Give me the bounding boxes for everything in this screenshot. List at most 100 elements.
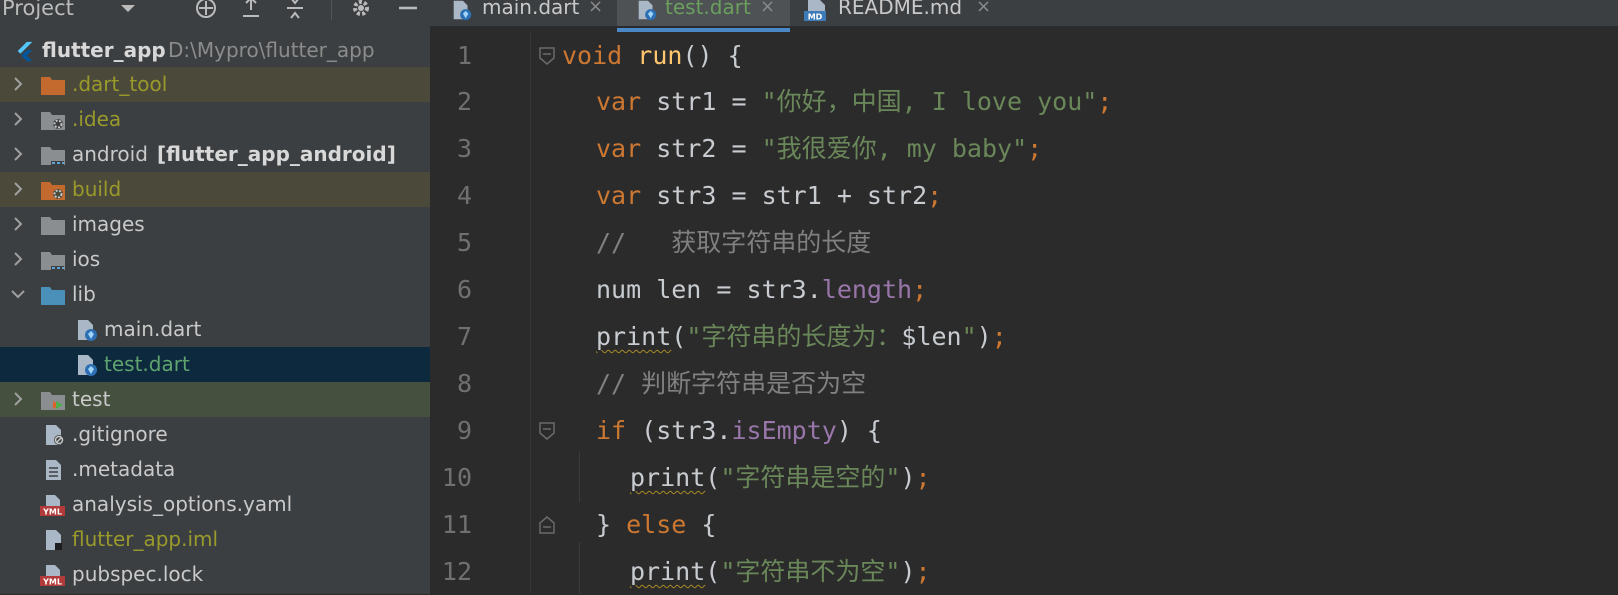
project-root-name: flutter_app xyxy=(42,38,166,62)
tree-item-label: test xyxy=(72,387,111,411)
line-number: 12 xyxy=(441,557,472,586)
project-panel: Project flutter_app D:\Mypro\flutter_app… xyxy=(0,0,430,594)
code-line[interactable]: 3 var str2 = "我很爱你, my baby"; xyxy=(430,125,1618,172)
tree-item-ios[interactable]: ios xyxy=(0,242,430,277)
svg-text:MD: MD xyxy=(808,13,823,22)
minimize-icon[interactable] xyxy=(396,0,420,20)
code-line[interactable]: 1 void run() { xyxy=(430,32,1618,79)
line-number: 4 xyxy=(456,181,472,210)
chevron-down-icon[interactable] xyxy=(116,0,140,20)
collapse-all-icon[interactable] xyxy=(283,0,307,20)
code-text: print("字符串的长度为：$len"); xyxy=(596,322,1007,351)
tree-item-idea[interactable]: .idea xyxy=(0,102,430,137)
text-file-icon xyxy=(46,460,61,480)
line-number: 2 xyxy=(456,87,472,116)
chevron-right-icon[interactable] xyxy=(9,145,27,163)
tree-item-build[interactable]: build xyxy=(0,172,430,207)
tab-readme-md[interactable]: MD README.md × xyxy=(802,0,1002,26)
code-line[interactable]: 5 // 获取字符串的长度 xyxy=(430,219,1618,266)
flutter-icon xyxy=(17,41,33,62)
tree-item-label: .metadata xyxy=(72,457,176,481)
code-text: print("字符串不为空"); xyxy=(630,557,931,586)
module-folder-icon xyxy=(41,147,65,165)
code-text: if (str3.isEmpty) { xyxy=(596,416,882,445)
project-view-selector[interactable]: Project xyxy=(2,0,74,24)
project-root-row[interactable]: flutter_app D:\Mypro\flutter_app xyxy=(0,33,430,68)
dart-file-icon xyxy=(78,355,97,376)
yaml-file-icon: YML xyxy=(40,565,65,587)
close-icon[interactable]: × xyxy=(976,0,991,22)
close-icon[interactable]: × xyxy=(588,0,603,22)
gear-icon[interactable] xyxy=(349,0,373,20)
fold-icon[interactable] xyxy=(538,46,556,66)
tree-item-flutter-app-iml[interactable]: flutter_app.iml xyxy=(0,522,430,557)
markdown-file-icon: MD xyxy=(804,0,826,22)
tree-item-test[interactable]: test xyxy=(0,382,430,417)
code-line[interactable]: 2 var str1 = "你好，中国, I love you"; xyxy=(430,78,1618,125)
tree-item-label: flutter_app.iml xyxy=(72,527,219,551)
project-panel-header: Project xyxy=(0,0,430,24)
project-root-path: D:\Mypro\flutter_app xyxy=(168,38,375,62)
code-text: // 获取字符串的长度 xyxy=(596,228,872,257)
code-line[interactable]: 6 num len = str3.length; xyxy=(430,266,1618,313)
tree-item-label: images xyxy=(72,212,145,236)
tab-main-dart[interactable]: main.dart × xyxy=(448,0,618,26)
chevron-right-icon[interactable] xyxy=(9,180,27,198)
tab-label: test.dart xyxy=(665,0,751,19)
code-line[interactable]: 7 print("字符串的长度为：$len"); xyxy=(430,313,1618,360)
tree-item-lib[interactable]: lib xyxy=(0,277,430,312)
module-folder-icon xyxy=(41,252,65,270)
code-text: var str2 = "我很爱你, my baby"; xyxy=(596,134,1043,163)
tree-item-images[interactable]: images xyxy=(0,207,430,242)
tree-item-pubspec-lock[interactable]: YML pubspec.lock xyxy=(0,557,430,592)
code-text: void run() { xyxy=(562,41,743,70)
chevron-down-icon[interactable] xyxy=(9,285,27,303)
line-number: 1 xyxy=(456,41,472,70)
module-name: [flutter_app_android] xyxy=(157,142,396,166)
code-line[interactable]: 9 if (str3.isEmpty) { xyxy=(430,407,1618,454)
tab-test-dart[interactable]: test.dart × xyxy=(617,0,790,26)
line-number: 3 xyxy=(456,134,472,163)
close-icon[interactable]: × xyxy=(760,0,775,22)
chevron-right-icon[interactable] xyxy=(9,110,27,128)
tree-item-label: android xyxy=(72,142,148,166)
tree-item-label: analysis_options.yaml xyxy=(72,492,293,516)
tree-item-label: .idea xyxy=(72,107,122,131)
tree-item-test-dart[interactable]: test.dart xyxy=(0,347,430,382)
tree-item-metadata[interactable]: .metadata xyxy=(0,452,430,487)
tree-item-label: lib xyxy=(72,282,96,306)
tree-item-android[interactable]: android [flutter_app_android] xyxy=(0,137,430,172)
orange-folder-icon xyxy=(41,77,65,95)
fold-icon[interactable] xyxy=(538,515,556,535)
line-number: 11 xyxy=(441,510,472,539)
svg-text:YML: YML xyxy=(42,578,62,587)
code-line[interactable]: 8 // 判断字符串是否为空 xyxy=(430,360,1618,407)
tree-item-dart-tool[interactable]: .dart_tool xyxy=(0,67,430,102)
code-editor[interactable]: 1 void run() { 2 var str1 = "你好，中国, I lo… xyxy=(430,32,1618,594)
code-text: var str1 = "你好，中国, I love you"; xyxy=(596,87,1113,116)
expand-all-icon[interactable] xyxy=(239,0,263,20)
fold-icon[interactable] xyxy=(538,421,556,441)
tree-item-label: pubspec.lock xyxy=(72,562,204,586)
chevron-right-icon[interactable] xyxy=(9,390,27,408)
yaml-file-icon: YML xyxy=(40,495,65,517)
svg-text:YML: YML xyxy=(42,508,62,517)
excluded-folder-icon xyxy=(41,182,65,200)
chevron-right-icon[interactable] xyxy=(9,215,27,233)
tree-item-analysis-options[interactable]: YML analysis_options.yaml xyxy=(0,487,430,522)
code-line[interactable]: 11 } else { xyxy=(430,501,1618,548)
code-line[interactable]: 4 var str3 = str1 + str2; xyxy=(430,172,1618,219)
chevron-right-icon[interactable] xyxy=(9,75,27,93)
tree-item-gitignore[interactable]: .gitignore xyxy=(0,417,430,452)
locate-icon[interactable] xyxy=(194,0,218,20)
tree-item-label: .dart_tool xyxy=(72,72,168,96)
chevron-right-icon[interactable] xyxy=(9,250,27,268)
code-line[interactable]: 12 print("字符串不为空"); xyxy=(430,548,1618,595)
folder-icon xyxy=(41,217,65,235)
code-line[interactable]: 10 print("字符串是空的"); xyxy=(430,454,1618,501)
line-number: 8 xyxy=(456,369,472,398)
tree-item-label: .gitignore xyxy=(72,422,168,446)
tree-item-main-dart[interactable]: main.dart xyxy=(0,312,430,347)
tree-item-label: main.dart xyxy=(104,317,202,341)
code-text: } else { xyxy=(596,510,717,539)
